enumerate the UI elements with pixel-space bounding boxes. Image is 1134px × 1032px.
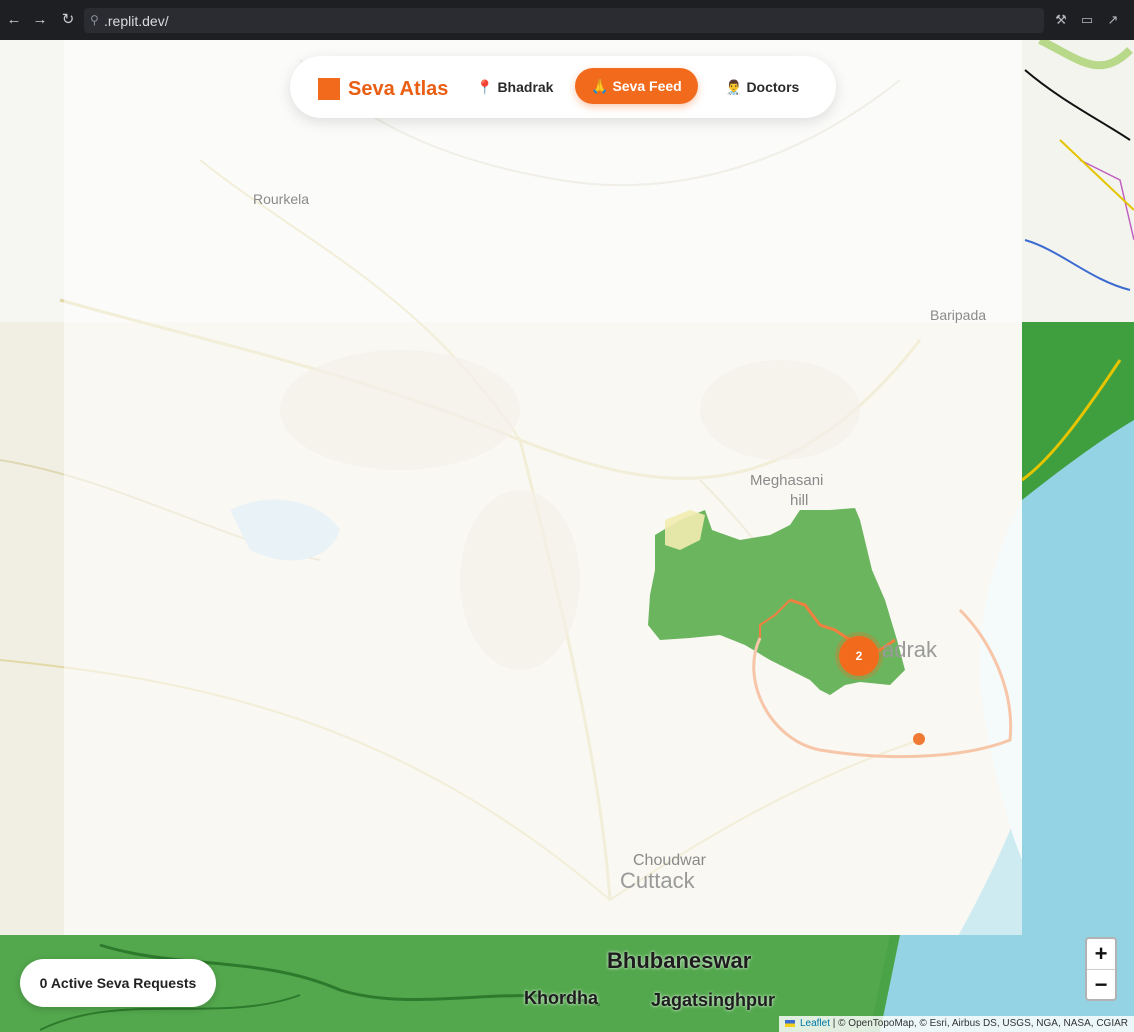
praying-hands-icon: 🙏 — [591, 77, 609, 94]
district-highlight — [648, 508, 1013, 759]
place-label-hill: hill — [790, 492, 809, 509]
map-canvas[interactable]: Rourkela Baripada Meghasani hill adrak C… — [0, 40, 1134, 1032]
place-label-baripada: Baripada — [930, 307, 987, 323]
cluster-count: 2 — [855, 649, 863, 663]
link-icon: ⚲ — [90, 13, 99, 27]
nav-link-label: Bhadrak — [497, 79, 554, 95]
place-label-jagatsinghpur: Jagatsinghpur — [651, 990, 776, 1010]
zoom-in-button[interactable]: + — [1087, 939, 1115, 970]
nav-link-label: Doctors — [746, 79, 800, 95]
doctor-icon: 👨‍⚕️ — [725, 78, 743, 95]
leaflet-link[interactable]: Leaflet — [800, 1018, 830, 1029]
devices-icon[interactable]: ▭ — [1078, 11, 1096, 29]
nav-link-label: Seva Feed — [612, 78, 682, 94]
place-label-bhubaneswar: Bhubaneswar — [607, 948, 752, 973]
active-requests-badge: 0 Active Seva Requests — [20, 959, 216, 1007]
top-navigation: Seva Atlas 📍 Bhadrak 🙏 Seva Feed 👨‍⚕️ Do… — [290, 56, 836, 118]
nav-link-seva-feed[interactable]: 🙏 Seva Feed — [575, 68, 698, 104]
place-label-khordha: Khordha — [524, 988, 598, 1008]
request-marker[interactable] — [913, 733, 925, 745]
address-bar[interactable]: ⚲ .replit.dev/ — [84, 8, 1044, 33]
place-label-meghasani: Meghasani — [750, 472, 824, 489]
ukraine-flag-icon — [785, 1019, 796, 1027]
zoom-control: + − — [1085, 937, 1117, 1001]
back-icon[interactable]: ← — [4, 10, 24, 30]
brand-logo[interactable]: Seva Atlas — [318, 77, 448, 101]
url-text: .replit.dev/ — [104, 13, 169, 29]
logo-square-icon — [318, 78, 340, 100]
wrench-icon[interactable]: ⚒ — [1052, 11, 1070, 29]
marker-cluster[interactable]: 2 — [839, 636, 879, 676]
pin-icon: 📍 — [476, 78, 494, 95]
attribution-text: | © OpenTopoMap, © Esri, Airbus DS, USGS… — [832, 1018, 1128, 1029]
map-attribution: Leaflet | © OpenTopoMap, © Esri, Airbus … — [779, 1016, 1134, 1032]
brand-title: Seva Atlas — [348, 77, 449, 100]
place-label-bhadrak: adrak — [882, 637, 938, 662]
reload-icon[interactable]: ↻ — [58, 10, 78, 30]
external-link-icon[interactable]: ↗ — [1104, 11, 1122, 29]
browser-toolbar: ← → ↻ ⚲ .replit.dev/ ⚒ ▭ ↗ — [0, 0, 1134, 41]
place-label-cuttack: Cuttack — [620, 868, 695, 893]
zoom-out-button[interactable]: − — [1087, 970, 1115, 1000]
nav-link-bhadrak[interactable]: 📍 Bhadrak — [476, 76, 553, 98]
forward-icon[interactable]: → — [30, 10, 50, 30]
nav-link-doctors[interactable]: 👨‍⚕️ Doctors — [725, 76, 799, 98]
place-label-rourkela: Rourkela — [253, 191, 310, 207]
